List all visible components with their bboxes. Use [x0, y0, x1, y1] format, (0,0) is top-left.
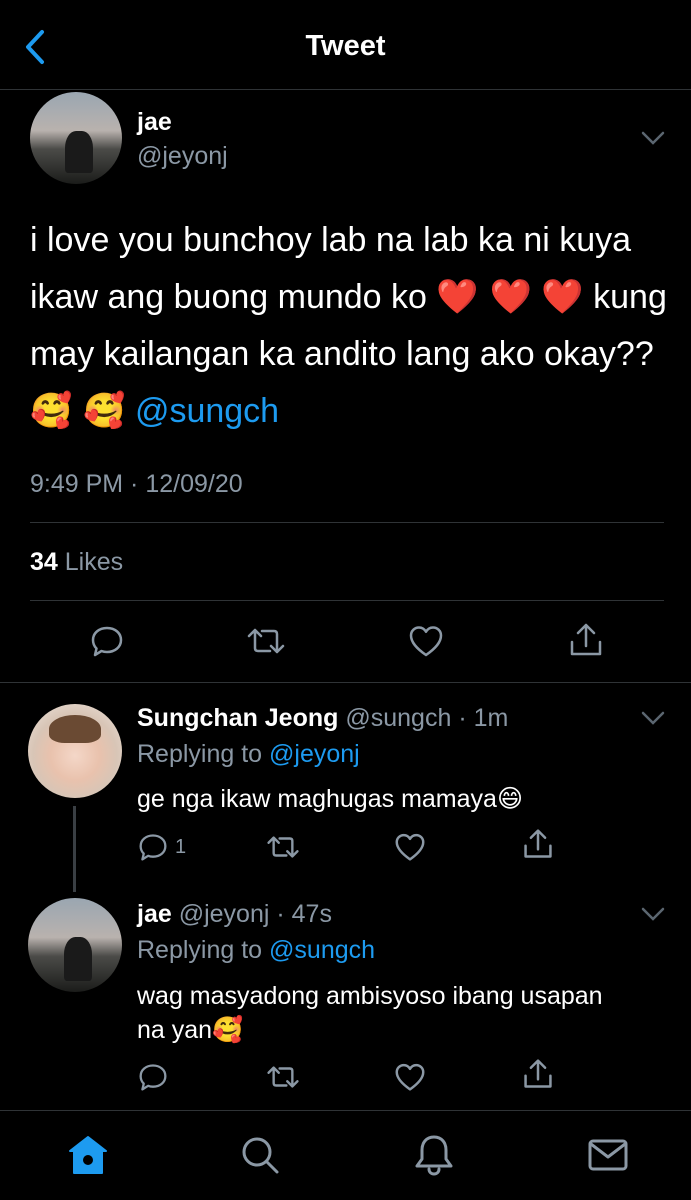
replying-to-label: Replying to [137, 740, 263, 768]
notifications-bell-icon [415, 1135, 453, 1176]
home-icon [69, 1136, 107, 1174]
comment-icon [139, 834, 167, 861]
reply-2-reply-button[interactable] [138, 1062, 168, 1092]
author-name[interactable]: jae [137, 108, 172, 137]
top-bar: Tweet [0, 0, 691, 90]
comment-icon [139, 1064, 167, 1091]
chevron-down-icon [641, 907, 665, 921]
reply-options-button[interactable] [640, 710, 666, 726]
replying-to: Replying to @sungch [137, 936, 375, 965]
reply-avatar[interactable] [28, 898, 122, 992]
share-icon [570, 623, 602, 656]
chevron-down-icon [641, 131, 665, 145]
reply-header: jae @jeyonj · 47s [137, 900, 332, 929]
share-button[interactable] [568, 622, 604, 658]
thread-connector [73, 806, 76, 892]
reply-avatar[interactable] [28, 704, 122, 798]
reply-1-share-button[interactable] [522, 828, 554, 860]
reply-2-share-button[interactable] [522, 1058, 554, 1090]
reply-2-retweet-button[interactable] [266, 1062, 300, 1092]
reply-time: · 47s [276, 900, 332, 928]
mention-link[interactable]: @sungch [135, 392, 279, 430]
heart-icon [409, 626, 443, 657]
heart-icon [395, 1063, 425, 1091]
tab-notifications[interactable] [412, 1133, 456, 1177]
retweet-icon [267, 836, 299, 858]
smiling-hearts-emoji: 🥰 🥰 [30, 391, 126, 431]
reply-text-line: wag masyadong ambisyoso ibang usapan [137, 982, 603, 1010]
tweet-options-button[interactable] [640, 130, 666, 146]
tweet-timestamp[interactable]: 9:49 PM · 12/09/20 [30, 470, 243, 499]
author-handle[interactable]: @jeyonj [137, 142, 228, 171]
page-title: Tweet [305, 30, 386, 62]
reply-1-like-button[interactable] [394, 832, 426, 862]
author-avatar[interactable] [30, 92, 122, 184]
replying-to-handle[interactable]: @jeyonj [269, 740, 360, 768]
likes-stat[interactable]: 34 Likes [30, 548, 123, 577]
grinning-emoji: 😄 [496, 784, 523, 813]
reply-time: · 1m [458, 704, 509, 732]
retweet-icon [267, 1066, 299, 1088]
reply-1-retweet-button[interactable] [266, 832, 300, 862]
likes-count: 34 [30, 548, 58, 576]
reply-1-reply-button[interactable] [138, 832, 168, 862]
divider [30, 522, 664, 523]
tweet-text: i love you bunchoy lab na lab ka ni kuya… [30, 212, 670, 440]
reply-text-body: na yan [137, 1016, 213, 1044]
chevron-down-icon [641, 711, 665, 725]
reply-author-name[interactable]: Sungchan Jeong [137, 704, 338, 732]
reply-author-handle[interactable]: @sungch [345, 704, 451, 732]
reply-text-body: ge nga ikaw maghugas mamaya [137, 785, 497, 813]
reply-author-handle[interactable]: @jeyonj [179, 900, 270, 928]
replying-to: Replying to @jeyonj [137, 740, 360, 769]
heart-icon [395, 833, 425, 861]
divider [30, 600, 664, 601]
smiling-hearts-emoji: 🥰 [212, 1015, 244, 1044]
divider [0, 682, 691, 683]
reply-options-button[interactable] [640, 906, 666, 922]
reply-button[interactable] [90, 624, 124, 658]
search-icon [242, 1137, 279, 1174]
share-icon [524, 1059, 552, 1088]
reply-2-like-button[interactable] [394, 1062, 426, 1092]
reply-text-line: na yan🥰 [137, 1013, 677, 1047]
likes-label: Likes [64, 548, 124, 576]
reply-author-name[interactable]: jae [137, 900, 172, 928]
bottom-tab-bar [0, 1110, 691, 1200]
share-icon [524, 829, 552, 858]
retweet-button[interactable] [246, 624, 286, 658]
reply-1-reply-count: 1 [175, 836, 187, 858]
tab-search[interactable] [238, 1133, 282, 1177]
heart-emoji: ❤️ [541, 277, 584, 317]
messages-envelope-icon [588, 1139, 628, 1171]
comment-icon [91, 626, 123, 657]
reply-text: wag masyadong ambisyoso ibang usapan na … [137, 979, 677, 1047]
heart-emoji: ❤️ ❤️ [436, 277, 532, 317]
reply-text: ge nga ikaw maghugas mamaya😄 [137, 782, 677, 816]
like-button[interactable] [408, 624, 444, 658]
tab-messages[interactable] [586, 1133, 630, 1177]
tab-home[interactable] [66, 1133, 110, 1177]
replying-to-handle[interactable]: @sungch [269, 936, 375, 964]
replying-to-label: Replying to [137, 936, 263, 964]
reply-header: Sungchan Jeong @sungch · 1m [137, 704, 508, 733]
retweet-icon [247, 628, 285, 654]
